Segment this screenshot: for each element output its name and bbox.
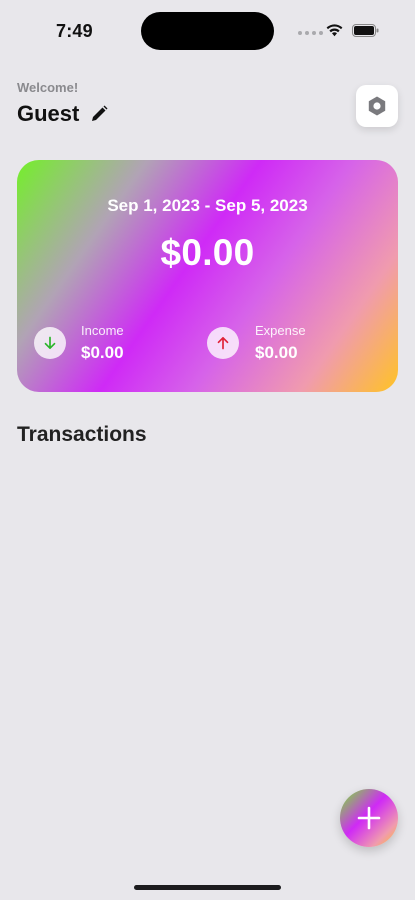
expense-value: $0.00 (255, 343, 298, 362)
expense-badge (207, 327, 239, 359)
total-balance: $0.00 (160, 232, 255, 273)
battery-icon (352, 24, 379, 37)
settings-button[interactable] (356, 85, 398, 127)
pencil-icon[interactable] (89, 104, 109, 124)
dynamic-island (141, 12, 274, 50)
wifi-icon (326, 24, 343, 37)
status-time: 7:49 (56, 21, 93, 41)
date-range-label[interactable]: Sep 1, 2023 - Sep 5, 2023 (17, 196, 398, 216)
username-label: Guest (17, 101, 80, 126)
cellular-signal-icon (298, 31, 323, 35)
add-transaction-button[interactable] (340, 789, 398, 847)
plus-icon (357, 806, 381, 830)
income-badge (34, 327, 66, 359)
expense-label: Expense (255, 323, 306, 338)
income-label: Income (81, 323, 124, 338)
home-indicator[interactable] (134, 885, 281, 890)
arrow-down-icon (44, 336, 56, 350)
balance-card: Sep 1, 2023 - Sep 5, 2023 $0.00 Income $… (17, 160, 398, 392)
transactions-title: Transactions (17, 423, 147, 446)
welcome-label: Welcome! (17, 80, 79, 95)
home-screen: 7:49 Welcome! Guest Sep 1, 2023 - Sep 5,… (0, 0, 415, 900)
status-bar: 7:49 (0, 0, 415, 60)
arrow-up-icon (217, 336, 229, 350)
income-value: $0.00 (81, 343, 124, 362)
hexagon-settings-icon (368, 96, 386, 116)
